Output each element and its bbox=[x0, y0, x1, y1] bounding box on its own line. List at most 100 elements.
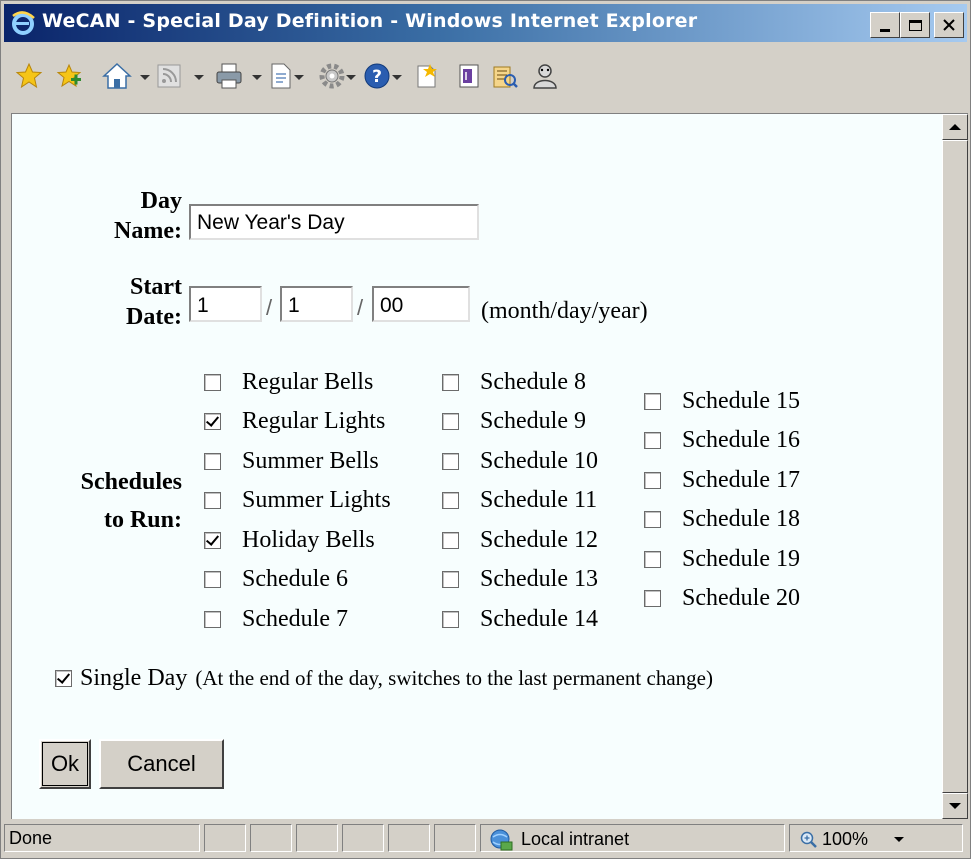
schedule-option[interactable]: Schedule 10 bbox=[442, 446, 598, 476]
schedule-option[interactable]: Schedule 17 bbox=[644, 465, 800, 495]
minimize-icon bbox=[880, 28, 890, 32]
schedule-checkbox[interactable] bbox=[204, 373, 221, 391]
schedule-label: Schedule 19 bbox=[682, 545, 800, 572]
start-date-label-line2: Date: bbox=[126, 304, 182, 330]
schedule-option[interactable]: Schedule 11 bbox=[442, 486, 597, 516]
vertical-scrollbar[interactable] bbox=[942, 113, 968, 819]
schedule-label: Schedule 17 bbox=[682, 466, 800, 493]
schedule-option[interactable]: Summer Lights bbox=[204, 486, 391, 516]
help-icon[interactable]: ? bbox=[362, 61, 392, 91]
schedule-checkbox[interactable] bbox=[204, 531, 221, 549]
research-book-icon[interactable] bbox=[490, 61, 520, 91]
feeds-icon[interactable] bbox=[154, 61, 184, 91]
day-name-input[interactable]: New Year's Day bbox=[189, 204, 479, 240]
schedule-checkbox[interactable] bbox=[644, 471, 661, 489]
schedule-option[interactable]: Summer Bells bbox=[204, 446, 379, 476]
date-separator-2: / bbox=[357, 295, 364, 320]
home-icon[interactable] bbox=[102, 61, 132, 91]
scroll-up-button[interactable] bbox=[942, 114, 968, 140]
schedule-label: Schedule 7 bbox=[242, 605, 348, 632]
schedule-checkbox[interactable] bbox=[442, 413, 459, 430]
print-dropdown-icon[interactable] bbox=[252, 75, 262, 80]
tools-gear-icon[interactable] bbox=[317, 61, 347, 91]
schedule-label: Schedule 15 bbox=[682, 387, 800, 414]
year-input[interactable]: 00 bbox=[372, 286, 470, 322]
scroll-down-button[interactable] bbox=[942, 793, 968, 819]
month-input[interactable]: 1 bbox=[189, 286, 262, 322]
schedule-label: Schedule 14 bbox=[480, 605, 598, 632]
schedule-label: Summer Lights bbox=[242, 487, 391, 513]
home-dropdown-icon[interactable] bbox=[140, 75, 150, 80]
browser-window: WeCAN - Special Day Definition - Windows… bbox=[0, 0, 971, 859]
start-date-label: Start Date: bbox=[72, 274, 182, 330]
close-button[interactable] bbox=[934, 12, 964, 38]
schedule-option[interactable]: Regular Bells bbox=[204, 367, 373, 397]
schedule-label: Schedule 20 bbox=[682, 585, 800, 611]
single-day-checkbox[interactable] bbox=[55, 669, 72, 687]
cancel-button[interactable]: Cancel bbox=[99, 739, 224, 789]
schedule-option[interactable]: Schedule 18 bbox=[644, 505, 800, 535]
schedules-label-line2: to Run: bbox=[103, 507, 182, 533]
schedule-checkbox[interactable] bbox=[442, 373, 459, 391]
schedule-option[interactable]: Schedule 7 bbox=[204, 604, 348, 634]
schedule-label: Schedule 12 bbox=[480, 526, 598, 553]
help-dropdown-icon[interactable] bbox=[392, 75, 402, 80]
date-format-hint: (month/day/year) bbox=[481, 298, 648, 324]
schedule-checkbox[interactable] bbox=[644, 511, 661, 528]
schedule-option[interactable]: Schedule 13 bbox=[442, 565, 598, 595]
schedule-checkbox[interactable] bbox=[204, 413, 221, 430]
schedule-checkbox[interactable] bbox=[442, 610, 459, 628]
schedule-option[interactable]: Schedule 12 bbox=[442, 525, 598, 555]
schedule-checkbox[interactable] bbox=[644, 590, 661, 607]
day-input[interactable]: 1 bbox=[280, 286, 353, 322]
schedule-option[interactable]: Schedule 20 bbox=[644, 584, 800, 614]
print-icon[interactable] bbox=[214, 61, 244, 91]
date-separator-1: / bbox=[266, 295, 273, 320]
messenger-icon[interactable] bbox=[530, 61, 560, 91]
schedule-checkbox[interactable] bbox=[204, 610, 221, 628]
schedule-option[interactable]: Schedule 9 bbox=[442, 407, 586, 437]
schedule-checkbox[interactable] bbox=[442, 571, 459, 588]
schedules-label: Schedules to Run: bbox=[32, 469, 182, 533]
schedule-label: Schedule 11 bbox=[480, 487, 598, 513]
schedule-option[interactable]: Schedule 19 bbox=[644, 544, 800, 574]
schedule-checkbox[interactable] bbox=[442, 492, 459, 509]
ok-button[interactable]: Ok bbox=[39, 739, 91, 789]
schedule-option[interactable]: Schedule 16 bbox=[644, 426, 800, 456]
schedule-label: Schedule 16 bbox=[682, 427, 800, 453]
zoom-pane[interactable]: 100% bbox=[789, 824, 963, 852]
status-text-pane: Done bbox=[4, 824, 200, 852]
schedule-option[interactable]: Regular Lights bbox=[204, 407, 385, 437]
schedule-option[interactable]: Schedule 14 bbox=[442, 604, 598, 634]
minimize-button[interactable] bbox=[870, 12, 900, 38]
schedule-checkbox[interactable] bbox=[204, 452, 221, 470]
local-intranet-icon bbox=[490, 829, 513, 850]
schedule-label: Schedule 8 bbox=[480, 368, 586, 395]
research-icon[interactable] bbox=[412, 61, 442, 91]
schedule-checkbox[interactable] bbox=[204, 492, 221, 509]
tools-dropdown-icon[interactable] bbox=[346, 75, 356, 80]
favorites-star-icon[interactable] bbox=[14, 61, 44, 91]
zoom-dropdown-icon[interactable] bbox=[894, 837, 905, 842]
schedule-option[interactable]: Schedule 15 bbox=[644, 386, 800, 416]
single-day-option[interactable]: Single Day (At the end of the day, switc… bbox=[55, 663, 713, 693]
schedule-checkbox[interactable] bbox=[644, 392, 661, 410]
feeds-dropdown-icon[interactable] bbox=[194, 75, 204, 80]
schedule-label: Regular Bells bbox=[242, 368, 374, 395]
page-icon[interactable] bbox=[266, 61, 296, 91]
schedule-option[interactable]: Holiday Bells bbox=[204, 525, 375, 555]
schedule-option[interactable]: Schedule 8 bbox=[442, 367, 586, 397]
add-favorite-icon[interactable] bbox=[54, 61, 84, 91]
schedule-checkbox[interactable] bbox=[204, 571, 221, 588]
schedule-checkbox[interactable] bbox=[644, 432, 661, 449]
internet-explorer-icon bbox=[12, 11, 35, 35]
schedule-checkbox[interactable] bbox=[644, 550, 661, 568]
security-zone-pane[interactable]: Local intranet bbox=[480, 824, 785, 852]
maximize-button[interactable] bbox=[900, 12, 930, 38]
schedule-option[interactable]: Schedule 6 bbox=[204, 565, 348, 595]
schedule-checkbox[interactable] bbox=[442, 531, 459, 549]
onenote-icon[interactable] bbox=[454, 61, 484, 91]
scrollbar-thumb[interactable] bbox=[942, 140, 968, 793]
page-dropdown-icon[interactable] bbox=[294, 75, 304, 80]
schedule-checkbox[interactable] bbox=[442, 452, 459, 470]
